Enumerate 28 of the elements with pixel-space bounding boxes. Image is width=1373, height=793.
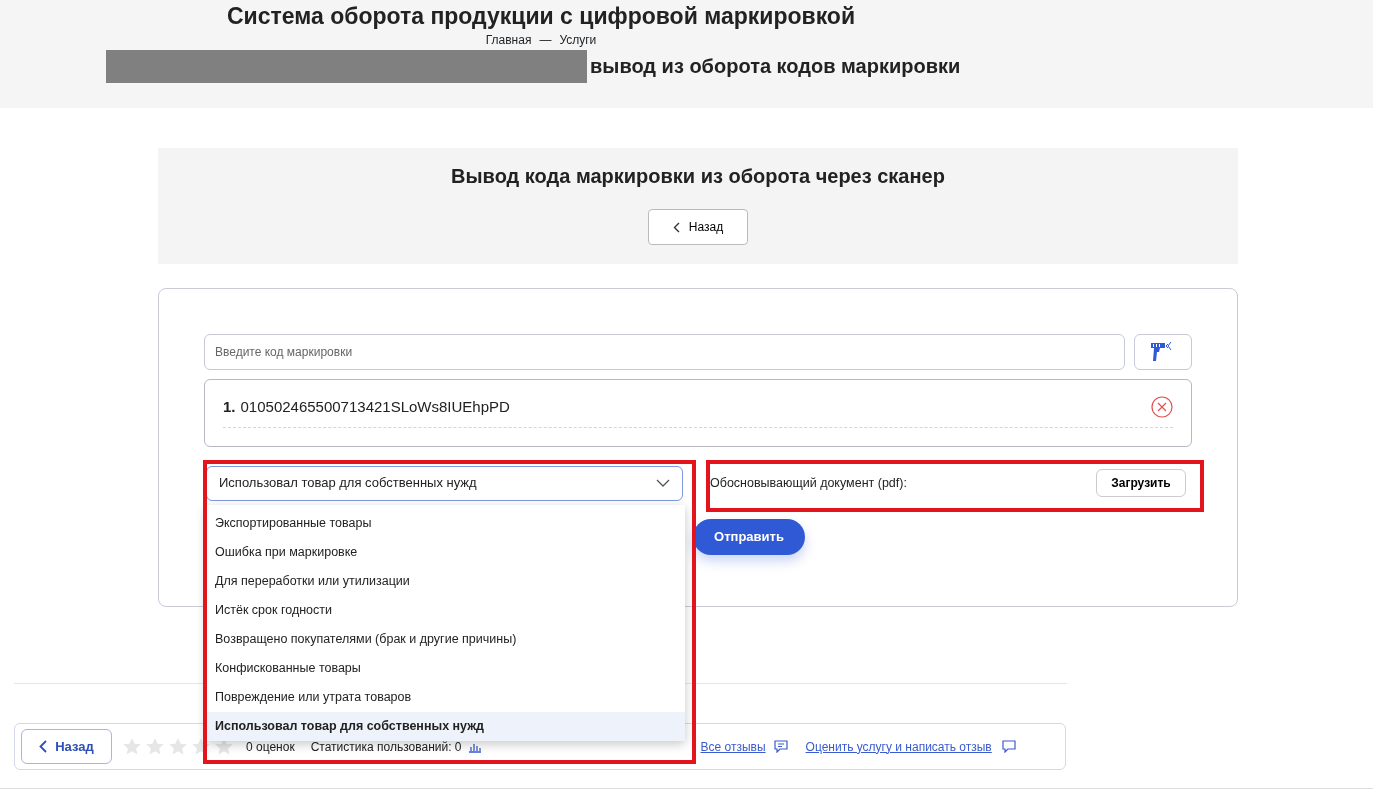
dropdown-option[interactable]: Повреждение или утрата товаров	[206, 682, 685, 712]
dropdown-option[interactable]: Использовал товар для собственных нужд	[206, 711, 685, 741]
site-title: Система оборота продукции с цифровой маркировкой	[225, 2, 857, 31]
dropdown-option[interactable]: Конфискованные товары	[206, 653, 685, 683]
usage-stats: Статистика пользований: 0	[310, 738, 462, 756]
breadcrumb-link[interactable]: Главная	[485, 31, 532, 49]
reason-select[interactable]: Использовал товар для собственных нужд	[206, 465, 683, 501]
dropdown-option[interactable]: Экспортированные товары	[206, 508, 685, 538]
submit-button[interactable]: Отправить	[693, 518, 805, 555]
dropdown-option[interactable]: Для переработки или утилизации	[206, 566, 685, 596]
back-button[interactable]: Назад	[648, 209, 748, 245]
code-input-field[interactable]: Введите код маркировки	[204, 334, 1125, 370]
rate-service-link[interactable]: Оценить услугу и написать отзыв	[805, 737, 992, 756]
selected-reason: Использовал товар для собственных нужд	[219, 474, 477, 493]
document-label: Обосновывающий документ (pdf):	[710, 474, 907, 492]
panel-title: Вывод кода маркировки из оборота через сканер	[450, 164, 946, 189]
upload-button[interactable]: Загрузить	[1096, 469, 1186, 497]
page-heading: вывод из оборота кодов маркировки	[590, 54, 961, 79]
dropdown-option[interactable]: Ошибка при маркировке	[206, 537, 685, 567]
breadcrumb-link[interactable]: Услуги	[559, 31, 597, 49]
marking-code: 010502465500713421SLoWs8IUEhpPD	[240, 397, 511, 417]
back-button[interactable]: Назад	[21, 729, 112, 764]
all-reviews-link[interactable]: Все отзывы	[700, 737, 766, 756]
dropdown-option[interactable]: Возвращено покупателями (брак и другие причины)	[206, 624, 685, 654]
dropdown-option[interactable]: Истёк срок годности	[206, 595, 685, 625]
breadcrumb-separator: —	[539, 32, 552, 49]
ratings-count: 0 оценок	[246, 738, 295, 756]
code-number: 1.	[223, 397, 236, 417]
